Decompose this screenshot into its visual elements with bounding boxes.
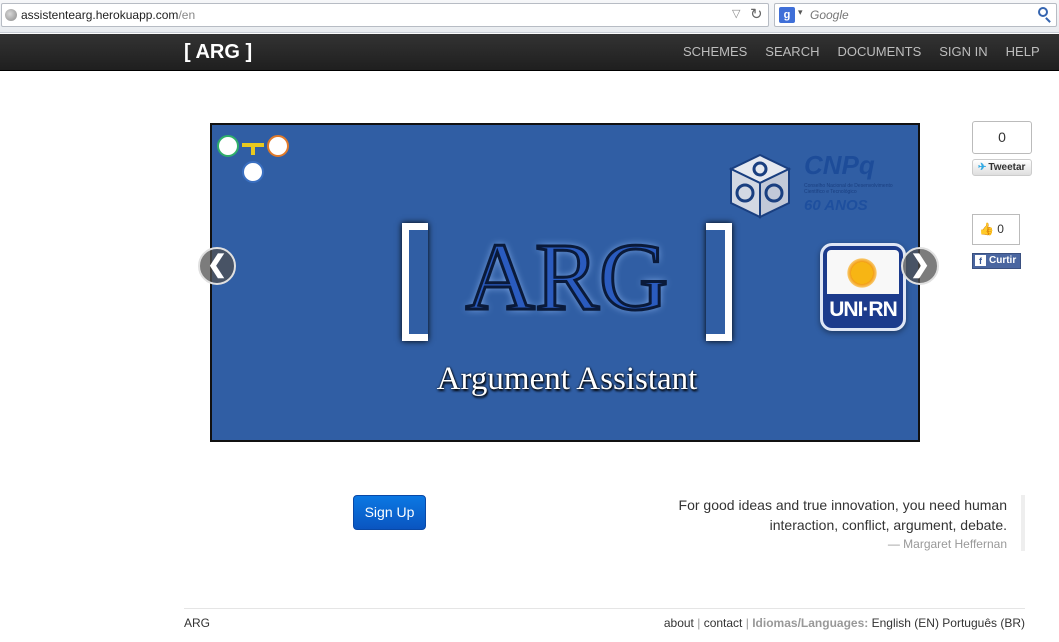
argument-node-icon: [242, 161, 264, 183]
footer-brand: ARG: [184, 616, 211, 630]
tweet-label: Tweetar: [988, 162, 1026, 173]
lang-english-link[interactable]: English (EN): [872, 616, 939, 630]
left-bracket: [402, 223, 428, 341]
nav-help[interactable]: HELP: [1006, 44, 1040, 59]
site-navbar: [ ARG ] SCHEMES SEARCH DOCUMENTS SIGN IN…: [0, 34, 1059, 71]
quote-line-1: For good ideas and true innovation, you …: [678, 497, 1007, 513]
sign-up-button[interactable]: Sign Up: [353, 495, 426, 530]
tweet-button[interactable]: ✈ Tweetar: [972, 159, 1032, 176]
tweet-count: 0: [972, 121, 1032, 154]
address-bar[interactable]: assistentearg.herokuapp.com/en ▽ ↻: [1, 3, 769, 27]
url-host: assistentearg.herokuapp.com: [21, 8, 179, 22]
footer-separator: |: [745, 616, 749, 630]
search-bar[interactable]: g ▾ Google: [774, 3, 1057, 27]
unirn-logo: UNI·RN: [820, 243, 906, 331]
quote-author: — Margaret Heffernan: [887, 537, 1007, 551]
cnpq-subtitle: Conselho Nacional de Desenvolvimento Cie…: [804, 183, 893, 195]
facebook-icon: f: [975, 255, 986, 266]
hero-carousel: CNPq Conselho Nacional de Desenvolviment…: [210, 123, 920, 442]
cnpq-cube-icon: [728, 153, 792, 219]
footer-links: about | contact | Idiomas/Languages: Eng…: [664, 616, 1025, 630]
reload-icon[interactable]: ↻: [750, 5, 763, 23]
engine-dropdown-icon[interactable]: ▾: [798, 7, 803, 18]
argument-node-icon: [217, 135, 239, 157]
thumbs-up-icon: 👍: [979, 222, 994, 236]
cnpq-name: CNPq: [804, 150, 875, 180]
footer-separator: |: [697, 616, 701, 630]
unirn-text: UNI·RN: [829, 298, 898, 321]
globe-icon: [5, 9, 17, 21]
argument-link-stem: [251, 143, 255, 155]
google-icon[interactable]: g: [779, 7, 795, 23]
argument-node-icon: [267, 135, 289, 157]
brand-logo[interactable]: [ ARG ]: [184, 41, 252, 64]
hero-subtitle: Argument Assistant: [436, 361, 698, 397]
search-icon[interactable]: [1038, 7, 1048, 17]
hero-title: ARG: [464, 222, 670, 332]
carousel-next-button[interactable]: ❯: [901, 247, 939, 285]
like-button[interactable]: f Curtir: [972, 253, 1021, 269]
nav-documents[interactable]: DOCUMENTS: [837, 44, 921, 59]
history-dropdown-icon[interactable]: ▽: [732, 7, 740, 20]
carousel-prev-button[interactable]: ❮: [198, 247, 236, 285]
right-bracket: [706, 223, 732, 341]
footer-about-link[interactable]: about: [664, 616, 694, 630]
page-footer: ARG about | contact | Idiomas/Languages:…: [184, 608, 1025, 638]
languages-label: Idiomas/Languages:: [752, 616, 869, 630]
nav-menu: SCHEMES SEARCH DOCUMENTS SIGN IN HELP: [683, 44, 1058, 59]
nav-schemes[interactable]: SCHEMES: [683, 44, 747, 59]
nav-search[interactable]: SEARCH: [765, 44, 819, 59]
nav-sign-in[interactable]: SIGN IN: [939, 44, 987, 59]
lang-portuguese-link[interactable]: Português (BR): [942, 616, 1025, 630]
like-count: 0: [997, 222, 1004, 236]
like-count-box: 👍 0: [972, 214, 1020, 245]
like-label: Curtir: [989, 255, 1017, 266]
browser-toolbar: assistentearg.herokuapp.com/en ▽ ↻ g ▾ G…: [0, 0, 1059, 33]
quote-block: For good ideas and true innovation, you …: [600, 495, 1025, 551]
sun-icon: [827, 250, 899, 294]
cnpq-anos: 60 ANOS: [804, 197, 868, 214]
footer-contact-link[interactable]: contact: [704, 616, 743, 630]
twitter-bird-icon: ✈: [978, 162, 987, 173]
url-path: /en: [178, 8, 196, 22]
url-text[interactable]: assistentearg.herokuapp.com/en: [21, 8, 195, 22]
cnpq-logo: CNPq Conselho Nacional de Desenvolviment…: [804, 150, 914, 220]
quote-line-2: interaction, conflict, argument, debate.: [769, 517, 1007, 533]
search-placeholder[interactable]: Google: [810, 8, 849, 22]
